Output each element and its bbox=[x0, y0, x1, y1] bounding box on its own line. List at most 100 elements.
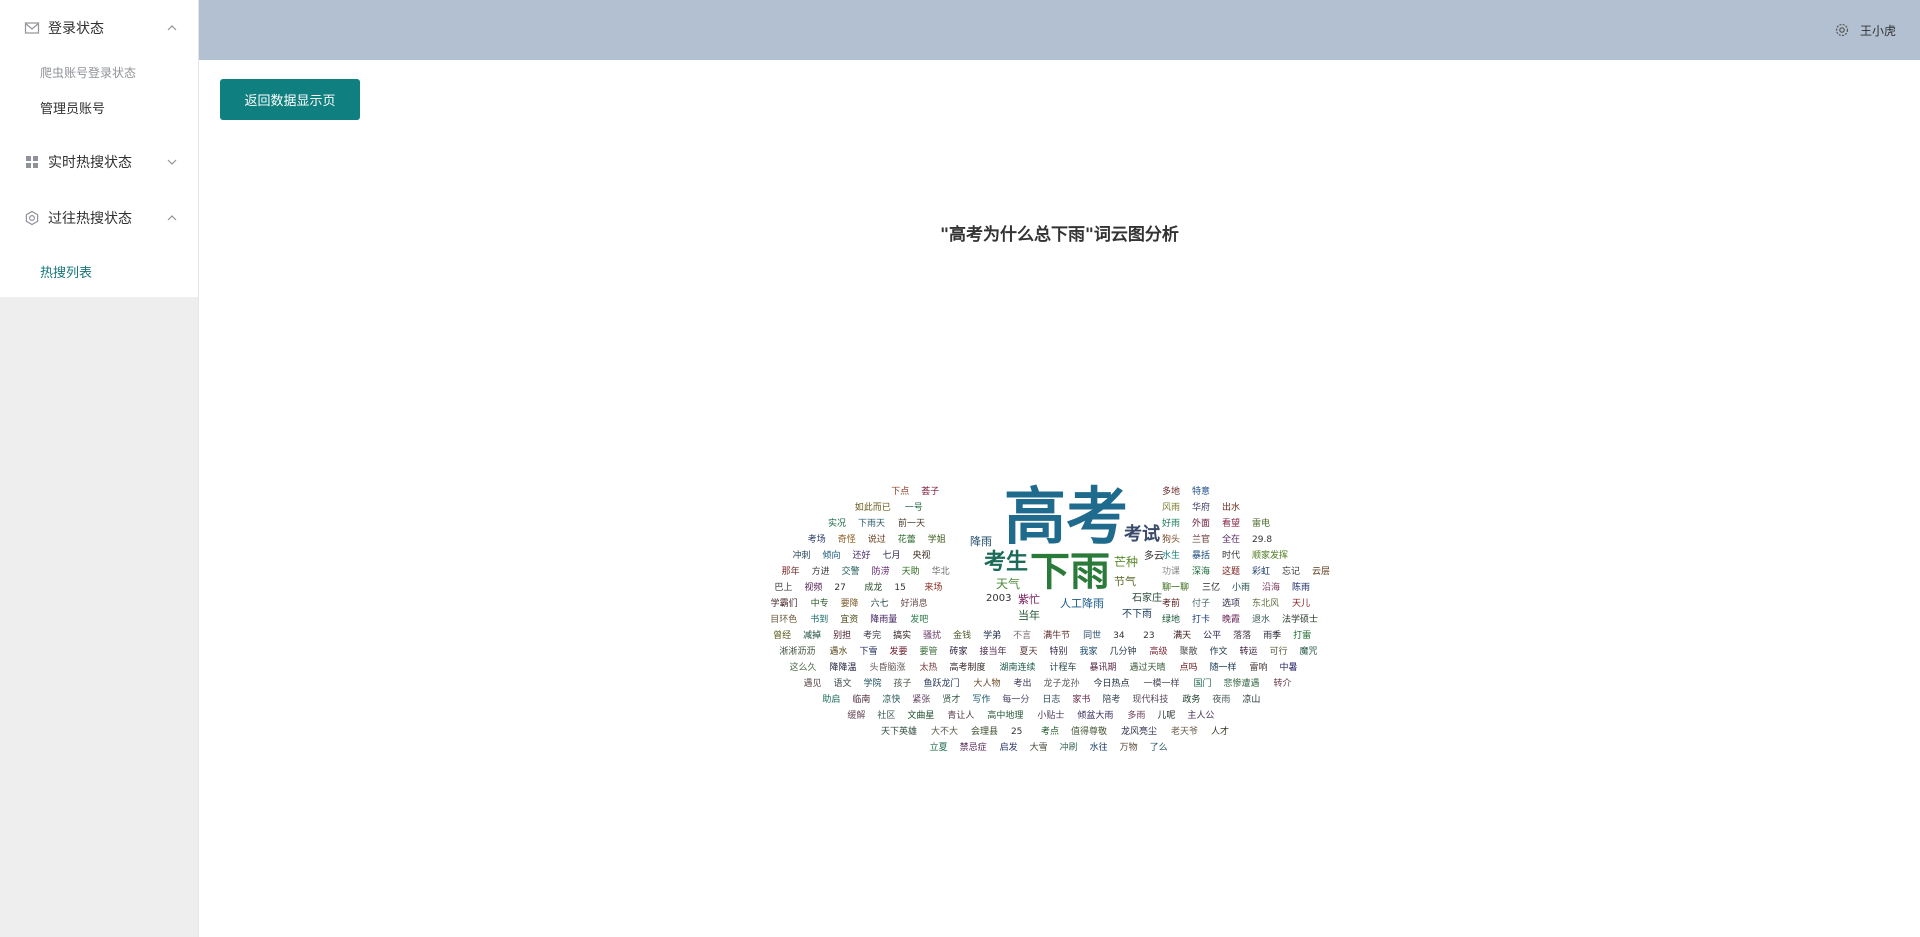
word-cloud-word: 暴括 bbox=[1192, 551, 1211, 561]
word-cloud-word: 龙风亮尘 bbox=[1120, 727, 1157, 737]
word-cloud-word: 打卡 bbox=[1192, 615, 1211, 625]
word-cloud-word: 主人公 bbox=[1187, 711, 1215, 721]
word-cloud-word: 雷电 bbox=[1252, 519, 1271, 529]
word-cloud-word: 如此而已 bbox=[854, 503, 891, 513]
word-cloud-word: 倾向 bbox=[822, 551, 841, 561]
word-cloud-word: 政务 bbox=[1182, 695, 1201, 705]
word-cloud-word: 贤才 bbox=[942, 695, 961, 705]
word-cloud-word: 现代科技 bbox=[1132, 695, 1169, 705]
word-cloud-word: 34 bbox=[1113, 631, 1125, 641]
word-cloud-word: 23 bbox=[1143, 631, 1155, 641]
word-cloud-word: 芒种 bbox=[1114, 555, 1139, 569]
word-cloud-word: 陈雨 bbox=[1292, 583, 1311, 593]
word-cloud-word: 大雪 bbox=[1029, 743, 1048, 753]
menu-past-hot[interactable]: 过往热搜状态 bbox=[0, 190, 198, 246]
word-cloud-word: 考试 bbox=[1124, 524, 1160, 545]
word-cloud-word: 全在 bbox=[1222, 535, 1241, 545]
menu-login-status-label: 登录状态 bbox=[48, 21, 104, 37]
word-cloud-word: 天助 bbox=[901, 567, 920, 577]
word-cloud-word: 考出 bbox=[1013, 679, 1032, 689]
word-cloud-word: 聊一聊 bbox=[1162, 583, 1190, 593]
word-cloud-word: 夏天 bbox=[1019, 647, 1038, 657]
word-cloud-word: 那年 bbox=[781, 567, 800, 577]
word-cloud-word: 高考 bbox=[1004, 480, 1129, 553]
word-cloud-word: 不下雨 bbox=[1122, 609, 1152, 620]
word-cloud-word: 助启 bbox=[822, 695, 841, 705]
word-cloud-word: 15 bbox=[894, 583, 906, 593]
word-cloud-word: 降雨 bbox=[970, 535, 992, 548]
word-cloud-word: 计程车 bbox=[1049, 663, 1077, 673]
word-cloud-word: 水生 bbox=[1162, 551, 1181, 561]
menu-realtime-hot-label: 实时热搜状态 bbox=[48, 155, 132, 171]
word-cloud-word: 老天爷 bbox=[1170, 727, 1198, 737]
word-cloud-word: 写作 bbox=[972, 695, 991, 705]
word-cloud-word: 接当年 bbox=[979, 647, 1007, 657]
word-cloud-word: 退水 bbox=[1252, 615, 1271, 625]
user-name[interactable]: 王小虎 bbox=[1860, 22, 1896, 39]
submenu-crawler-login-status[interactable]: 爬虫账号登录状态 bbox=[0, 56, 198, 88]
word-cloud-word: 六七 bbox=[870, 599, 889, 609]
word-cloud-word: 降雨量 bbox=[870, 615, 898, 625]
word-cloud-word: 了么 bbox=[1149, 743, 1168, 753]
word-cloud-word: 骚扰 bbox=[923, 631, 942, 641]
word-cloud-word: 会理县 bbox=[970, 727, 998, 737]
word-cloud-word: 方进 bbox=[811, 567, 830, 577]
menu-login-status[interactable]: 登录状态 bbox=[0, 0, 198, 56]
word-cloud-word: 天气 bbox=[996, 577, 1021, 591]
word-cloud-word: 下雨 bbox=[1030, 549, 1110, 595]
word-cloud-word: 日志 bbox=[1042, 695, 1061, 705]
word-cloud-word: 晚霞 bbox=[1222, 615, 1241, 625]
word-cloud-word: 看望 bbox=[1222, 519, 1241, 529]
menu-past-hot-label: 过往热搜状态 bbox=[48, 211, 132, 227]
word-cloud-word: 别担 bbox=[833, 631, 852, 641]
word-cloud-word: 点吗 bbox=[1179, 663, 1198, 673]
word-cloud-word: 前一天 bbox=[898, 519, 926, 529]
word-cloud-word: 付子 bbox=[1192, 599, 1211, 609]
word-cloud-word: 好消息 bbox=[900, 599, 928, 609]
word-cloud-word: 同世 bbox=[1083, 631, 1102, 641]
word-cloud-word: 紧张 bbox=[912, 695, 931, 705]
word-cloud-word: 成龙 bbox=[864, 583, 883, 593]
word-cloud-word: 目环色 bbox=[770, 615, 798, 625]
word-cloud-word: 降降温 bbox=[829, 663, 857, 673]
word-cloud-word: 29.8 bbox=[1252, 535, 1273, 545]
word-cloud-word: 考生 bbox=[984, 550, 1029, 575]
word-cloud-word: 暴讯期 bbox=[1089, 663, 1117, 673]
word-cloud-word: 风雨 bbox=[1162, 503, 1181, 513]
word-cloud-word: 学霸们 bbox=[770, 599, 798, 609]
gear-icon[interactable] bbox=[1834, 22, 1850, 38]
word-cloud-word: 三亿 bbox=[1202, 583, 1221, 593]
word-cloud-word: 视频 bbox=[804, 583, 823, 593]
word-cloud-word: 时代 bbox=[1222, 551, 1241, 561]
word-cloud-word: 狗头 bbox=[1162, 535, 1181, 545]
submenu-admin-account[interactable]: 管理员账号 bbox=[0, 88, 198, 126]
word-cloud-word: 淅淅沥沥 bbox=[779, 647, 816, 657]
word-cloud-word: 天下英雄 bbox=[880, 727, 917, 737]
word-cloud-word: 交警 bbox=[841, 567, 860, 577]
submenu-hot-list[interactable]: 热搜列表 bbox=[0, 246, 198, 296]
chevron-down-icon bbox=[166, 156, 178, 168]
word-cloud-word: 特意 bbox=[1192, 487, 1211, 497]
word-cloud-word: 我家 bbox=[1079, 647, 1098, 657]
word-cloud-word: 紫忙 bbox=[1018, 593, 1040, 606]
word-cloud-word: 巴上 bbox=[774, 583, 793, 593]
word-cloud-word: 考场 bbox=[807, 535, 826, 545]
word-cloud-word: 语文 bbox=[833, 679, 852, 689]
back-to-data-page-button[interactable]: 返回数据显示页 bbox=[220, 79, 360, 120]
word-cloud-word: 小贴士 bbox=[1037, 711, 1065, 721]
word-cloud-word: 发要 bbox=[889, 647, 908, 657]
word-cloud-word: 选项 bbox=[1222, 599, 1241, 609]
word-cloud-word: 一号 bbox=[904, 503, 923, 513]
word-cloud-word: 华北 bbox=[931, 567, 950, 577]
chevron-up-icon bbox=[166, 212, 178, 224]
word-cloud-word: 凉山 bbox=[1242, 695, 1261, 705]
word-cloud-word: 兰官 bbox=[1192, 535, 1211, 545]
word-cloud-word: 启发 bbox=[999, 743, 1018, 753]
word-cloud-word: 考点 bbox=[1040, 727, 1059, 737]
word-cloud-word: 今日热点 bbox=[1093, 679, 1130, 689]
word-cloud-word: 减掉 bbox=[803, 631, 822, 641]
word-cloud-word: 国门 bbox=[1193, 679, 1212, 689]
word-cloud-word: 央视 bbox=[912, 551, 931, 561]
menu-realtime-hot[interactable]: 实时热搜状态 bbox=[0, 134, 198, 190]
word-cloud-word: 遇见 bbox=[803, 679, 822, 689]
